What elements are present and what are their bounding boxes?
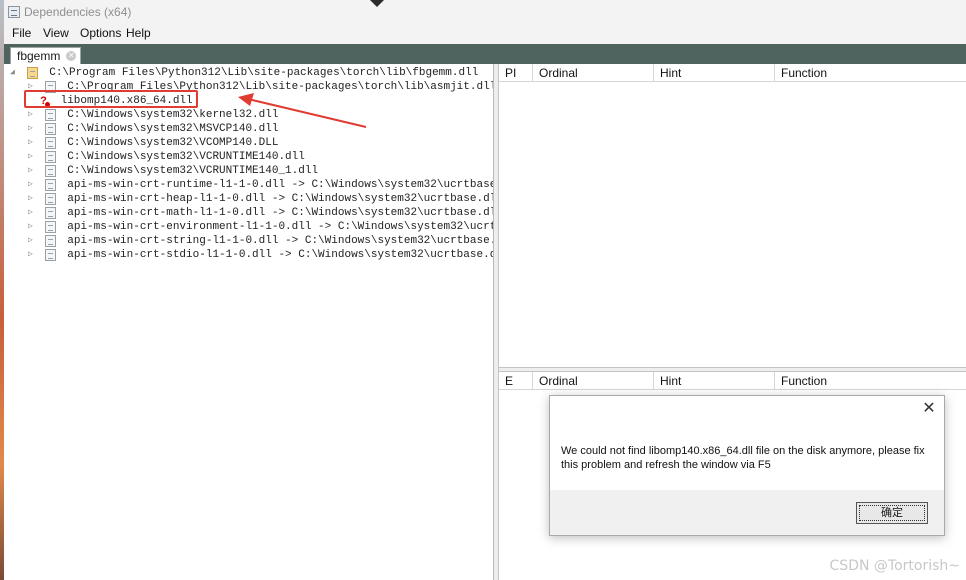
- menu-help[interactable]: Help: [126, 26, 151, 40]
- dll-root-icon: [26, 67, 38, 79]
- expand-icon[interactable]: ▷: [28, 150, 38, 164]
- tree-item[interactable]: ▷ api-ms-win-crt-stdio-l1-1-0.dll -> C:\…: [28, 248, 494, 262]
- expand-icon[interactable]: ▷: [28, 192, 38, 206]
- column-ordinal[interactable]: Ordinal: [533, 64, 654, 82]
- expand-icon[interactable]: ▷: [28, 220, 38, 234]
- dialog-message: We could not find libomp140.x86_64.dll f…: [561, 445, 925, 471]
- tree-item[interactable]: ▷ api-ms-win-crt-string-l1-1-0.dll -> C:…: [28, 234, 494, 248]
- module-tree[interactable]: ◢ C:\Program Files\Python312\Lib\site-pa…: [4, 64, 494, 580]
- tree-item[interactable]: ▷ C:\Windows\system32\VCOMP140.DLL: [28, 136, 278, 150]
- dropdown-notch-icon: [370, 0, 384, 7]
- column-hint[interactable]: Hint: [654, 64, 775, 82]
- expand-icon[interactable]: ▷: [28, 136, 38, 150]
- ok-button[interactable]: 确定: [856, 502, 928, 524]
- tree-item-label: api-ms-win-crt-runtime-l1-1-0.dll -> C:\…: [67, 179, 494, 191]
- tree-item[interactable]: ▷ C:\Windows\system32\VCRUNTIME140_1.dll: [28, 164, 318, 178]
- tree-item[interactable]: ▷ C:\Windows\system32\kernel32.dll: [28, 108, 278, 122]
- dll-icon: [44, 207, 56, 219]
- dll-icon: [44, 249, 56, 261]
- tab-strip: fbgemm ✕: [4, 44, 966, 64]
- watermark: CSDN @Tortorish~: [829, 558, 960, 574]
- tree-item-label: api-ms-win-crt-environment-l1-1-0.dll ->…: [67, 221, 494, 233]
- tree-item-label: C:\Windows\system32\kernel32.dll: [67, 109, 279, 121]
- tree-item-label: C:\Windows\system32\VCRUNTIME140_1.dll: [67, 165, 319, 177]
- dll-icon: [44, 193, 56, 205]
- expand-icon[interactable]: ▷: [28, 108, 38, 122]
- tree-root-row[interactable]: ◢ C:\Program Files\Python312\Lib\site-pa…: [10, 66, 478, 80]
- tree-item[interactable]: ▷ api-ms-win-crt-heap-l1-1-0.dll -> C:\W…: [28, 192, 494, 206]
- tree-item-label: C:\Windows\system32\VCRUNTIME140.dll: [67, 151, 305, 163]
- annotation-highlight-box: [24, 90, 198, 108]
- column-function[interactable]: Function: [775, 372, 966, 390]
- tree-item-label: api-ms-win-crt-stdio-l1-1-0.dll -> C:\Wi…: [67, 249, 494, 261]
- column-pi[interactable]: PI: [499, 64, 533, 82]
- tab-label: fbgemm: [17, 49, 61, 63]
- tree-item[interactable]: ▷ C:\Windows\system32\VCRUNTIME140.dll: [28, 150, 305, 164]
- expand-icon[interactable]: ▷: [28, 234, 38, 248]
- tree-item[interactable]: ▷ api-ms-win-crt-math-l1-1-0.dll -> C:\W…: [28, 206, 494, 220]
- tree-item-label: api-ms-win-crt-heap-l1-1-0.dll -> C:\Win…: [67, 193, 494, 205]
- column-e[interactable]: E: [499, 372, 533, 390]
- dll-icon: [44, 151, 56, 163]
- expand-icon[interactable]: ▷: [28, 248, 38, 262]
- menu-view[interactable]: View: [43, 26, 69, 40]
- dll-icon: [44, 165, 56, 177]
- menu-options[interactable]: Options: [80, 26, 121, 40]
- title-bar: Dependencies (x64): [4, 0, 966, 24]
- expand-icon[interactable]: ▷: [28, 178, 38, 192]
- tree-item-label: C:\Windows\system32\MSVCP140.dll: [67, 123, 279, 135]
- tree-root-label: C:\Program Files\Python312\Lib\site-pack…: [49, 67, 479, 79]
- tree-item-label: api-ms-win-crt-math-l1-1-0.dll -> C:\Win…: [67, 207, 494, 219]
- menu-bar: File View Options Help: [4, 24, 966, 44]
- tree-item[interactable]: ▷ C:\Windows\system32\MSVCP140.dll: [28, 122, 278, 136]
- tab-fbgemm[interactable]: fbgemm ✕: [10, 47, 82, 64]
- column-hint[interactable]: Hint: [654, 372, 775, 390]
- imports-list[interactable]: PI Ordinal Hint Function: [499, 64, 966, 367]
- error-dialog: ✕ We could not find libomp140.x86_64.dll…: [549, 395, 945, 536]
- dll-icon: [44, 123, 56, 135]
- column-function[interactable]: Function: [775, 64, 966, 82]
- tree-item[interactable]: ▷ api-ms-win-crt-environment-l1-1-0.dll …: [28, 220, 494, 234]
- expand-icon[interactable]: ▷: [28, 122, 38, 136]
- tab-close-icon[interactable]: ✕: [66, 51, 77, 61]
- tree-item-label: api-ms-win-crt-string-l1-1-0.dll -> C:\W…: [67, 235, 494, 247]
- column-ordinal[interactable]: Ordinal: [533, 372, 654, 390]
- dll-icon: [44, 179, 56, 191]
- dialog-footer: 确定: [550, 490, 944, 535]
- app-icon: [8, 6, 20, 18]
- exports-header: E Ordinal Hint Function: [499, 372, 966, 390]
- menu-file[interactable]: File: [12, 26, 31, 40]
- expand-icon[interactable]: ▷: [28, 206, 38, 220]
- collapse-icon[interactable]: ◢: [10, 66, 20, 80]
- close-icon[interactable]: ✕: [920, 400, 938, 418]
- dll-icon: [44, 235, 56, 247]
- expand-icon[interactable]: ▷: [28, 164, 38, 178]
- window-title: Dependencies (x64): [24, 5, 132, 19]
- dll-icon: [44, 137, 56, 149]
- tree-item-label: C:\Windows\system32\VCOMP140.DLL: [67, 137, 279, 149]
- dll-icon: [44, 221, 56, 233]
- tree-item[interactable]: ▷ api-ms-win-crt-runtime-l1-1-0.dll -> C…: [28, 178, 494, 192]
- imports-header: PI Ordinal Hint Function: [499, 64, 966, 82]
- dll-icon: [44, 109, 56, 121]
